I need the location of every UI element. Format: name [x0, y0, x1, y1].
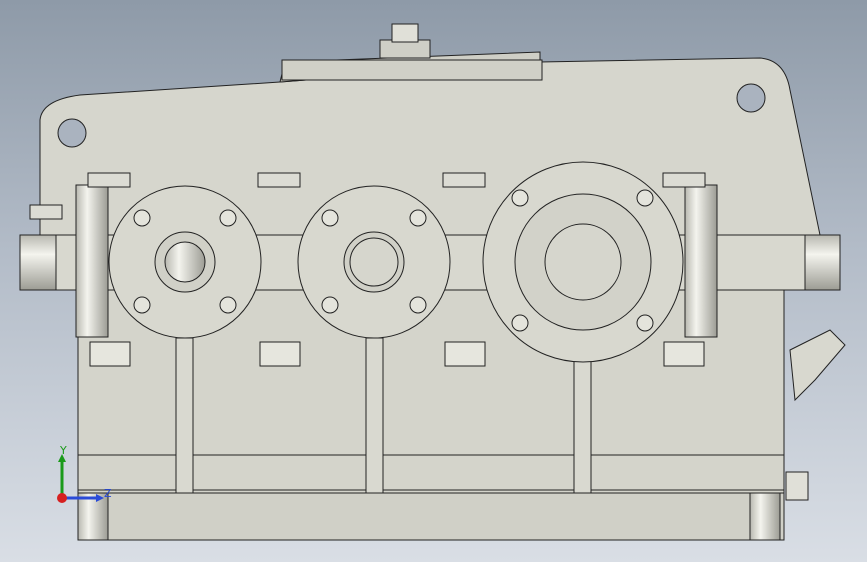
flange-end-right — [804, 234, 841, 291]
z-axis-label: Z — [104, 487, 112, 500]
lifting-hole-left — [57, 118, 87, 148]
breather-base — [379, 39, 431, 59]
flange-end-left — [19, 234, 57, 291]
base-plate — [77, 492, 785, 541]
y-axis-label: Y — [60, 444, 67, 457]
gearbox-model[interactable] — [0, 0, 867, 562]
cad-viewport[interactable]: Y Z — [0, 0, 867, 562]
drain-plug — [785, 471, 809, 501]
rib-1 — [175, 337, 194, 494]
cover-plate — [281, 59, 543, 81]
rib-2 — [365, 337, 384, 494]
lifting-hole-right — [736, 83, 766, 113]
boss-right — [684, 184, 718, 338]
boss-right-bottom — [749, 492, 781, 541]
boss-left — [75, 184, 109, 338]
breather-cap — [391, 23, 419, 43]
rib-3 — [573, 359, 592, 494]
oil-gauge — [789, 329, 846, 402]
